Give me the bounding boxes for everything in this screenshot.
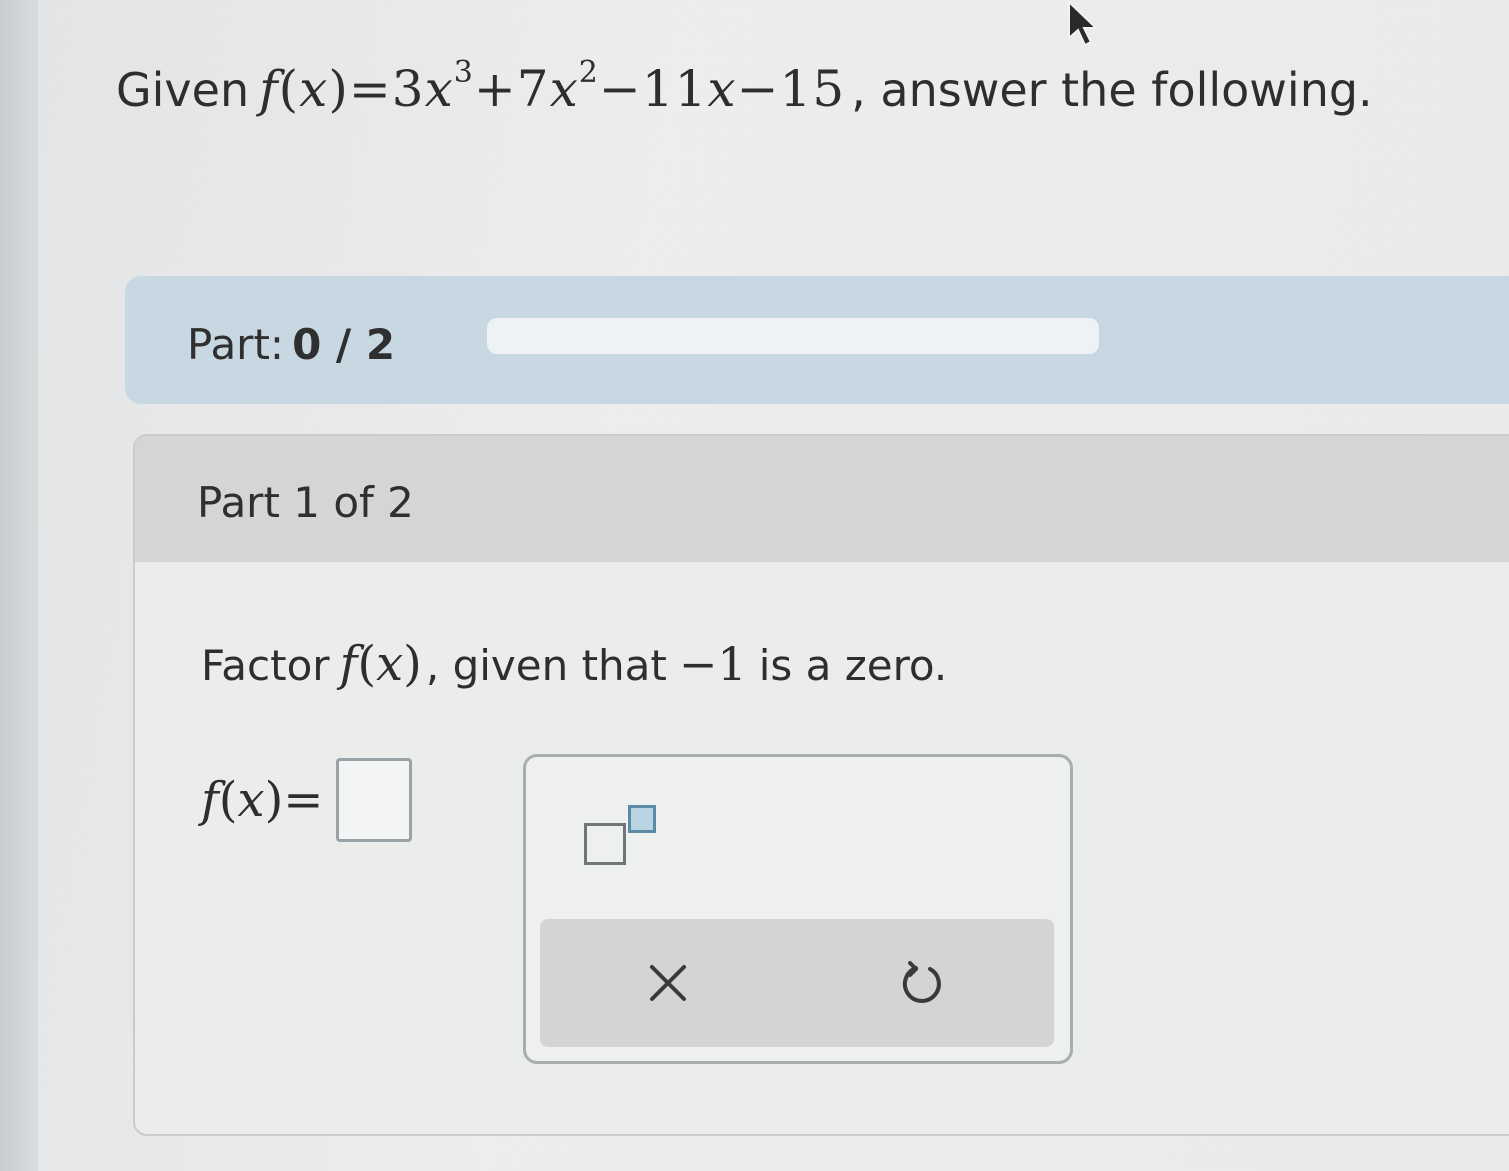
palette-action-strip xyxy=(540,919,1054,1047)
template-exponent-box xyxy=(628,805,656,833)
zero-value: −1 xyxy=(678,637,747,691)
part-card: Part 1 of 2 Factor f(x) , given that −1 … xyxy=(133,434,1509,1136)
answer-lhs: f(x)= xyxy=(201,772,324,828)
template-base-box xyxy=(584,823,626,865)
function-definition: f(x)=3x3+7x2−11x−15 xyxy=(259,55,846,118)
undo-icon xyxy=(902,961,941,1003)
mouse-pointer-icon xyxy=(1068,0,1099,47)
question-tail: , answer the following. xyxy=(851,63,1373,117)
part-progress-label: Part: 0 / 2 xyxy=(187,320,396,369)
progress-track xyxy=(487,318,1099,354)
answer-input[interactable] xyxy=(335,758,412,842)
part-prompt: Factor f(x) , given that −1 is a zero. xyxy=(201,636,948,692)
question-statement: Given f(x)=3x3+7x2−11x−15 , answer the f… xyxy=(116,55,1373,118)
prompt-function: f(x) xyxy=(339,636,422,692)
part-header: Part 1 of 2 xyxy=(135,436,1509,562)
part-header-title: Part 1 of 2 xyxy=(197,478,414,527)
close-icon xyxy=(650,965,686,1001)
clear-button[interactable] xyxy=(638,953,698,1013)
question-lead: Given xyxy=(116,63,250,117)
math-palette xyxy=(523,754,1073,1064)
screen-bezel xyxy=(0,0,38,1171)
answer-line: f(x)= xyxy=(201,758,412,842)
part-progress-bar: Part: 0 / 2 xyxy=(125,276,1509,404)
undo-button[interactable] xyxy=(892,953,952,1013)
superscript-template-button[interactable] xyxy=(580,801,664,871)
part-progress-value: 0 / 2 xyxy=(292,320,396,369)
